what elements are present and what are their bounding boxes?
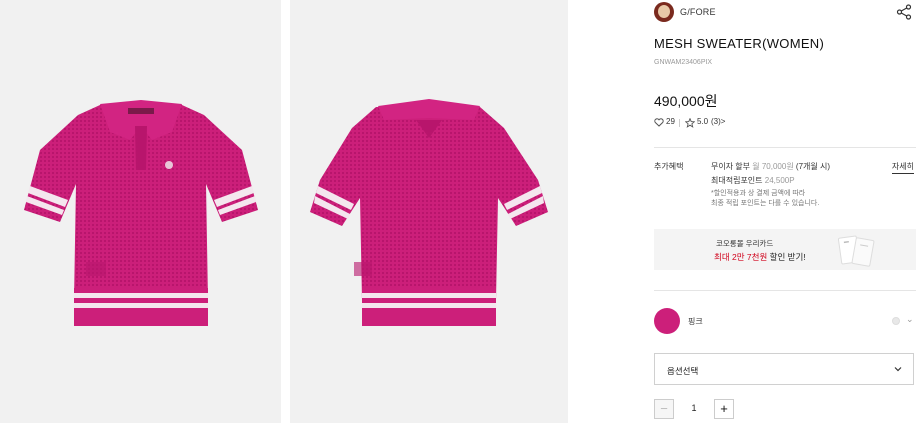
credit-card-icon (837, 235, 875, 267)
benefit-detail-link[interactable]: 자세히 (891, 161, 914, 174)
points-line: 최대적립포인트 24,500P (711, 175, 795, 186)
card-promo-title: 코오롱몰 우리카드 (716, 239, 774, 248)
quantity-increase-button[interactable]: + (714, 399, 734, 419)
divider (654, 147, 916, 148)
product-info-panel: G/FORE MESH SWEATER(WOMEN) GNWAM23406PIX… (654, 0, 916, 423)
installment-prefix: 무이자 할부 (711, 162, 751, 171)
share-icon[interactable] (896, 4, 912, 20)
card-promo-suffix: 할인 받기! (767, 252, 806, 262)
product-title: MESH SWEATER(WOMEN) (654, 36, 825, 51)
star-icon (685, 118, 695, 128)
card-promo-offer: 최대 2만 7천원 할인 받기! (714, 251, 806, 263)
brand-name[interactable]: G/FORE (680, 7, 716, 17)
points-label: 최대적립포인트 (711, 176, 763, 185)
option-select[interactable]: 옵션선택 (654, 353, 914, 385)
product-image-back[interactable] (290, 0, 568, 423)
quantity-decrease-button[interactable]: − (654, 399, 674, 419)
color-swatch-pink[interactable] (654, 308, 680, 334)
swatch-toggle-dot[interactable] (892, 317, 900, 325)
like-count: 29 (666, 117, 675, 126)
benefit-note-1: *할인적용과 상 결제 금액에 따라 (711, 190, 806, 197)
installment-line: 무이자 할부 월 70,000원 (7개월 시) (711, 161, 830, 172)
chevron-down-icon[interactable]: ⌄ (906, 314, 914, 325)
quantity-stepper: − 1 + (654, 399, 736, 419)
installment-note: (7개월 시) (795, 162, 831, 171)
benefit-label: 추가혜택 (654, 162, 684, 171)
sweater-front-illustration (24, 100, 258, 326)
brand-avatar[interactable] (654, 2, 674, 22)
review-count-link[interactable]: (3)> (711, 117, 725, 126)
benefit-note-2: 최종 적립 포인트는 다를 수 있습니다. (711, 200, 820, 207)
card-promo-banner[interactable]: 코오롱몰 우리카드 최대 2만 7천원 할인 받기! (654, 229, 916, 270)
color-label: 핑크 (688, 317, 703, 326)
brand-row: G/FORE (654, 2, 916, 22)
divider (654, 290, 916, 291)
chevron-down-icon (894, 367, 902, 372)
option-select-value: 옵션선택 (667, 366, 699, 376)
card-promo-amount: 최대 2만 7천원 (714, 252, 768, 262)
rating-value: 5.0 (697, 117, 709, 126)
product-price: 490,000원 (654, 93, 718, 109)
divider (679, 119, 680, 127)
installment-amount: 월 70,000원 (752, 162, 794, 171)
sweater-back-illustration (310, 99, 548, 326)
product-code: GNWAM23406PIX (654, 59, 713, 66)
product-image-front[interactable] (0, 0, 281, 423)
points-value: 24,500P (764, 176, 795, 185)
quantity-value[interactable]: 1 (674, 403, 714, 413)
heart-icon[interactable] (654, 118, 664, 127)
